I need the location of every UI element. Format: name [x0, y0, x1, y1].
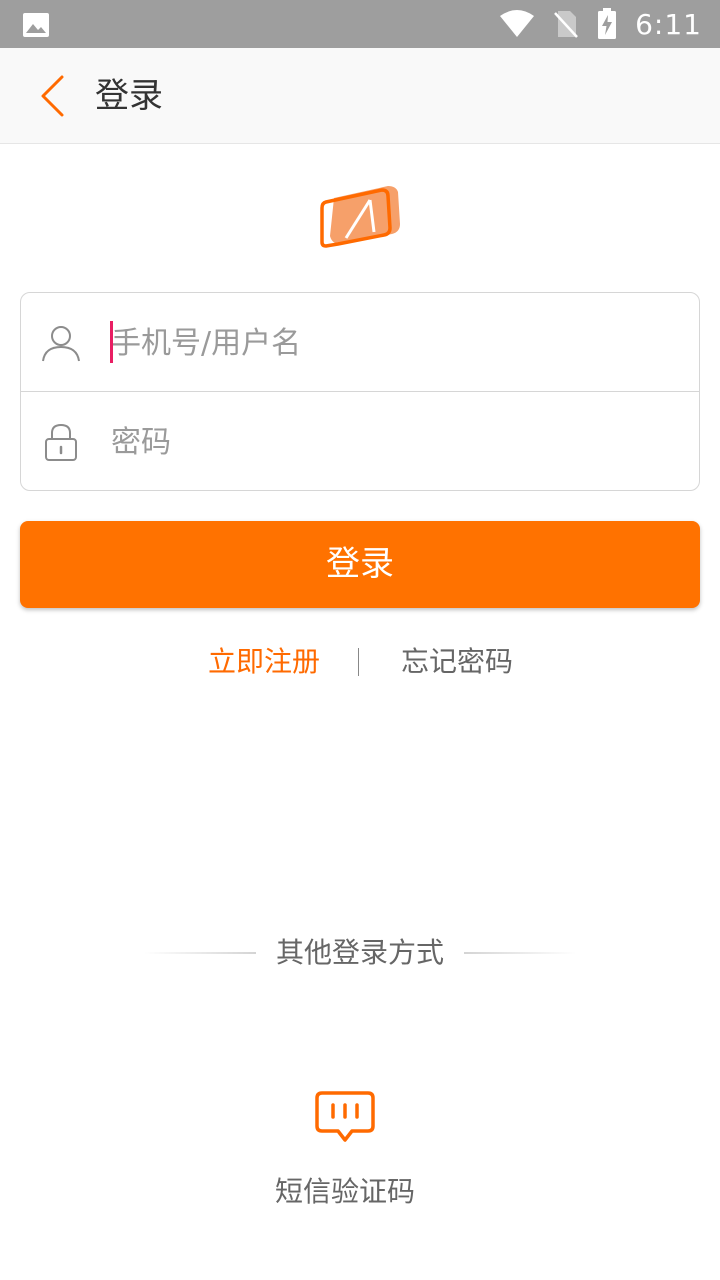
sms-login-label: 短信验证码 [274, 1175, 415, 1208]
no-sim-icon [554, 11, 579, 38]
login-form [20, 292, 700, 491]
wifi-icon [500, 10, 535, 37]
status-icons: 6:11 [499, 0, 702, 48]
gallery-icon [23, 13, 49, 37]
battery-charging-icon [598, 8, 617, 39]
chevron-left-icon[interactable] [36, 74, 72, 118]
other-login-title: 其他登录方式 [275, 936, 444, 969]
app-logo-icon [320, 186, 400, 248]
username-input[interactable] [111, 319, 671, 367]
status-time: 6:11 [635, 7, 702, 41]
login-button[interactable]: 登录 [20, 521, 700, 608]
account-links: 立即注册 忘记密码 [0, 640, 720, 684]
text-caret [110, 321, 113, 363]
links-divider [358, 648, 359, 676]
password-row [21, 392, 699, 491]
forgot-password-link[interactable]: 忘记密码 [401, 640, 513, 684]
app-bar: 登录 [0, 48, 720, 144]
status-bar: 6:11 [0, 0, 720, 48]
other-login-header: 其他登录方式 [0, 930, 720, 976]
divider-line-right [464, 952, 576, 954]
user-icon [42, 326, 80, 362]
password-input[interactable] [111, 418, 671, 466]
username-row [21, 293, 699, 392]
lock-icon [45, 423, 77, 461]
sms-login-button[interactable]: 短信验证码 [272, 1088, 418, 1218]
register-link[interactable]: 立即注册 [208, 640, 320, 684]
page-title: 登录 [95, 76, 163, 116]
sms-message-icon [315, 1091, 375, 1142]
